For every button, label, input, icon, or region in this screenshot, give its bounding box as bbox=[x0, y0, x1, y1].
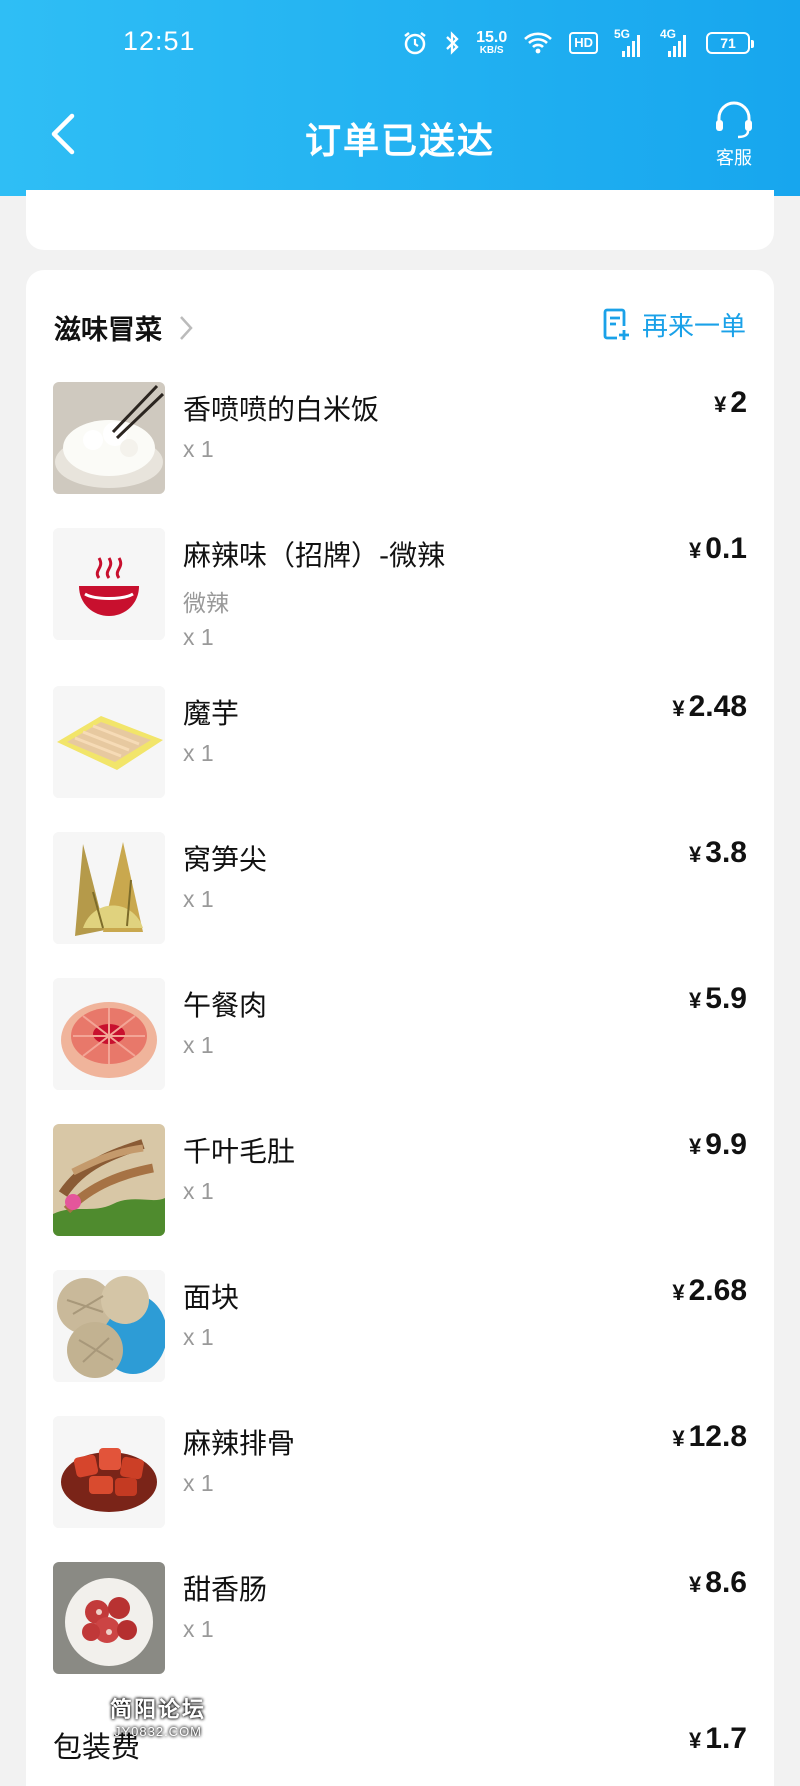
list-item[interactable]: 窝笋尖 x 1 ¥3.8 bbox=[53, 832, 747, 944]
item-qty: x 1 bbox=[183, 1324, 214, 1350]
rice-image bbox=[53, 382, 165, 494]
item-name: 麻辣味（招牌）-微辣 bbox=[183, 539, 446, 572]
signal-5g-icon: 5G bbox=[614, 27, 644, 57]
luncheon-meat-image bbox=[53, 978, 165, 1090]
item-price: ¥8.6 bbox=[689, 1566, 747, 1599]
sausage-image bbox=[53, 1562, 165, 1674]
bluetooth-icon bbox=[444, 28, 460, 58]
item-name: 魔芋 bbox=[183, 697, 240, 730]
list-item[interactable]: 千叶毛肚 x 1 ¥9.9 bbox=[53, 1124, 747, 1236]
item-name: 窝笋尖 bbox=[183, 843, 268, 876]
item-qty: x 1 bbox=[183, 740, 214, 766]
item-name: 香喷喷的白米饭 bbox=[183, 393, 380, 426]
reorder-icon bbox=[603, 308, 629, 340]
status-card bbox=[26, 190, 774, 250]
reorder-label: 再来一单 bbox=[641, 312, 746, 342]
item-name: 麻辣排骨 bbox=[183, 1427, 296, 1460]
item-qty: x 1 bbox=[183, 1178, 214, 1204]
item-price: ¥3.8 bbox=[689, 836, 747, 869]
network-speed: 15.0 KB/S bbox=[476, 29, 508, 56]
item-price: ¥9.9 bbox=[689, 1128, 747, 1161]
item-price: ¥5.9 bbox=[689, 982, 747, 1015]
item-price: ¥2.48 bbox=[672, 690, 747, 723]
list-item[interactable]: 午餐肉 x 1 ¥5.9 bbox=[53, 978, 747, 1090]
konjac-image bbox=[53, 686, 165, 798]
list-item[interactable]: 香喷喷的白米饭 x 1 ¥2 bbox=[53, 382, 747, 494]
customer-service-button[interactable]: 客服 bbox=[704, 100, 764, 170]
status-time: 12:51 bbox=[123, 26, 196, 56]
item-qty: x 1 bbox=[183, 1470, 214, 1496]
item-price: ¥2 bbox=[714, 386, 747, 419]
item-qty: x 1 bbox=[183, 886, 214, 912]
item-qty: x 1 bbox=[183, 1032, 214, 1058]
item-price: ¥12.8 bbox=[672, 1420, 747, 1453]
headset-icon bbox=[716, 101, 752, 139]
forum-watermark: 简阳论坛 JY0832.COM bbox=[110, 1698, 207, 1739]
wifi-icon bbox=[523, 28, 553, 58]
shop-name: 滋味冒菜 bbox=[54, 315, 162, 346]
status-bar: 12:51 15.0 KB/S HD 5G 4G 71 bbox=[0, 0, 800, 90]
alarm-icon bbox=[402, 28, 428, 58]
item-price: ¥0.1 bbox=[689, 532, 747, 565]
item-spec: 微辣 bbox=[183, 591, 229, 617]
service-label: 客服 bbox=[716, 148, 752, 169]
item-name: 午餐肉 bbox=[183, 989, 268, 1022]
list-item[interactable]: 魔芋 x 1 ¥2.48 bbox=[53, 686, 747, 798]
mala-bowl-image bbox=[53, 528, 165, 640]
item-qty: x 1 bbox=[183, 624, 214, 650]
battery-icon: 71 bbox=[706, 32, 754, 54]
list-item[interactable]: 甜香肠 x 1 ¥8.6 bbox=[53, 1562, 747, 1674]
packaging-fee-price: ¥1.7 bbox=[689, 1722, 747, 1755]
list-item[interactable]: 面块 x 1 ¥2.68 bbox=[53, 1270, 747, 1382]
page-title: 订单已送达 bbox=[304, 121, 495, 162]
spare-ribs-image bbox=[53, 1416, 165, 1528]
item-price: ¥2.68 bbox=[672, 1274, 747, 1307]
chevron-right-icon bbox=[180, 315, 193, 340]
signal-4g-icon: 4G bbox=[660, 27, 690, 57]
header-bar: 12:51 15.0 KB/S HD 5G 4G 71 订单已送达 客服 bbox=[0, 0, 800, 196]
hd-voice-badge: HD bbox=[569, 32, 598, 54]
list-item[interactable]: 麻辣味（招牌）-微辣 微辣 x 1 ¥0.1 bbox=[53, 528, 747, 678]
item-qty: x 1 bbox=[183, 1616, 214, 1642]
tripe-image bbox=[53, 1124, 165, 1236]
reorder-button[interactable]: 再来一单 bbox=[602, 306, 746, 343]
list-item[interactable]: 麻辣排骨 x 1 ¥12.8 bbox=[53, 1416, 747, 1528]
item-name: 面块 bbox=[183, 1281, 240, 1314]
item-name: 千叶毛肚 bbox=[183, 1135, 296, 1168]
noodle-block-image bbox=[53, 1270, 165, 1382]
item-name: 甜香肠 bbox=[183, 1573, 268, 1606]
shop-link[interactable]: 滋味冒菜 bbox=[54, 308, 194, 347]
item-qty: x 1 bbox=[183, 436, 214, 462]
lettuce-tip-image bbox=[53, 832, 165, 944]
